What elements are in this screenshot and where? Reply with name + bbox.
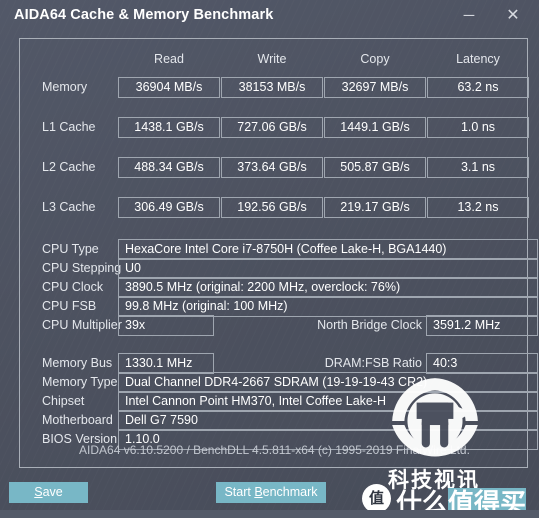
info-value-dram-fsb-ratio: 40:3	[426, 353, 538, 374]
bench-row-label-memory: Memory	[42, 80, 88, 94]
start-button-prefix: Start	[224, 485, 255, 499]
info-value-cpu-fsb: 99.8 MHz (original: 100 MHz)	[118, 296, 538, 317]
close-button[interactable]: ✕	[500, 4, 526, 28]
column-header-read: Read	[154, 52, 184, 66]
info-value-north-bridge-clock: 3591.2 MHz	[426, 315, 538, 336]
info-value-chipset: Intel Cannon Point HM370, Intel Coffee L…	[118, 391, 538, 412]
bench-cell-l2-write: 373.64 GB/s	[221, 157, 323, 178]
start-button-suffix: enchmark	[262, 485, 318, 499]
bench-row-label-l1: L1 Cache	[42, 120, 96, 134]
save-button[interactable]: Save	[9, 482, 88, 503]
version-text: AIDA64 v6.10.5200 / BenchDLL 4.5.811-x64…	[79, 443, 470, 457]
minimize-button[interactable]: ─	[456, 4, 482, 28]
column-header-copy: Copy	[360, 52, 390, 66]
bench-cell-l3-write: 192.56 GB/s	[221, 197, 323, 218]
info-label-cpu-type: CPU Type	[42, 242, 99, 256]
bench-cell-l1-write: 727.06 GB/s	[221, 117, 323, 138]
bench-cell-l3-latency: 13.2 ns	[427, 197, 529, 218]
start-button-accel: B	[254, 485, 263, 499]
info-label-cpu-stepping: CPU Stepping	[42, 261, 122, 275]
window-title: AIDA64 Cache & Memory Benchmark	[14, 7, 274, 23]
info-value-memory-bus: 1330.1 MHz	[118, 353, 214, 374]
info-value-cpu-stepping: U0	[118, 258, 538, 279]
info-label-cpu-fsb: CPU FSB	[42, 299, 97, 313]
bench-cell-l3-read: 306.49 GB/s	[118, 197, 220, 218]
bench-cell-memory-read: 36904 MB/s	[118, 77, 220, 98]
bench-cell-l1-copy: 1449.1 GB/s	[324, 117, 426, 138]
info-label-chipset: Chipset	[42, 394, 85, 408]
save-button-suffix: ave	[42, 485, 63, 499]
bench-cell-memory-write: 38153 MB/s	[221, 77, 323, 98]
info-value-memory-type: Dual Channel DDR4-2667 SDRAM (19-19-19-4…	[118, 372, 538, 393]
bench-cell-memory-copy: 32697 MB/s	[324, 77, 426, 98]
aida64-window: AIDA64 Cache & Memory Benchmark ─ ✕ Read…	[0, 0, 539, 518]
info-value-cpu-multiplier: 39x	[118, 315, 214, 336]
bench-cell-l3-copy: 219.17 GB/s	[324, 197, 426, 218]
info-label-north-bridge-clock: North Bridge Clock	[317, 318, 422, 332]
bench-row-label-l2: L2 Cache	[42, 160, 96, 174]
info-value-cpu-clock: 3890.5 MHz (original: 2200 MHz, overcloc…	[118, 277, 538, 298]
bench-row-label-l3: L3 Cache	[42, 200, 96, 214]
zhi-badge-icon: 值	[362, 484, 391, 513]
bench-cell-memory-latency: 63.2 ns	[427, 77, 529, 98]
info-label-cpu-multiplier: CPU Multiplier	[42, 318, 122, 332]
bench-cell-l1-latency: 1.0 ns	[427, 117, 529, 138]
info-label-cpu-clock: CPU Clock	[42, 280, 104, 294]
main-panel: Read Write Copy Latency Memory 36904 MB/…	[19, 38, 538, 468]
info-label-motherboard: Motherboard	[42, 413, 113, 427]
info-label-dram-fsb-ratio: DRAM:FSB Ratio	[324, 356, 422, 370]
column-header-write: Write	[257, 52, 287, 66]
tech-news-watermark-text: 科技视讯	[388, 469, 480, 492]
bench-cell-l2-copy: 505.87 GB/s	[324, 157, 426, 178]
column-header-latency: Latency	[456, 52, 500, 66]
save-button-accel: S	[34, 485, 43, 499]
bench-cell-l2-latency: 3.1 ns	[427, 157, 529, 178]
info-label-memory-type: Memory Type	[42, 375, 118, 389]
bench-cell-l1-read: 1438.1 GB/s	[118, 117, 220, 138]
bench-cell-l2-read: 488.34 GB/s	[118, 157, 220, 178]
info-value-cpu-type: HexaCore Intel Core i7-8750H (Coffee Lak…	[118, 239, 538, 260]
info-value-motherboard: Dell G7 7590	[118, 410, 538, 431]
title-bar: AIDA64 Cache & Memory Benchmark ─ ✕	[0, 0, 539, 34]
bottom-strip	[0, 510, 539, 518]
start-benchmark-button[interactable]: Start Benchmark	[216, 482, 326, 503]
info-label-memory-bus: Memory Bus	[42, 356, 113, 370]
